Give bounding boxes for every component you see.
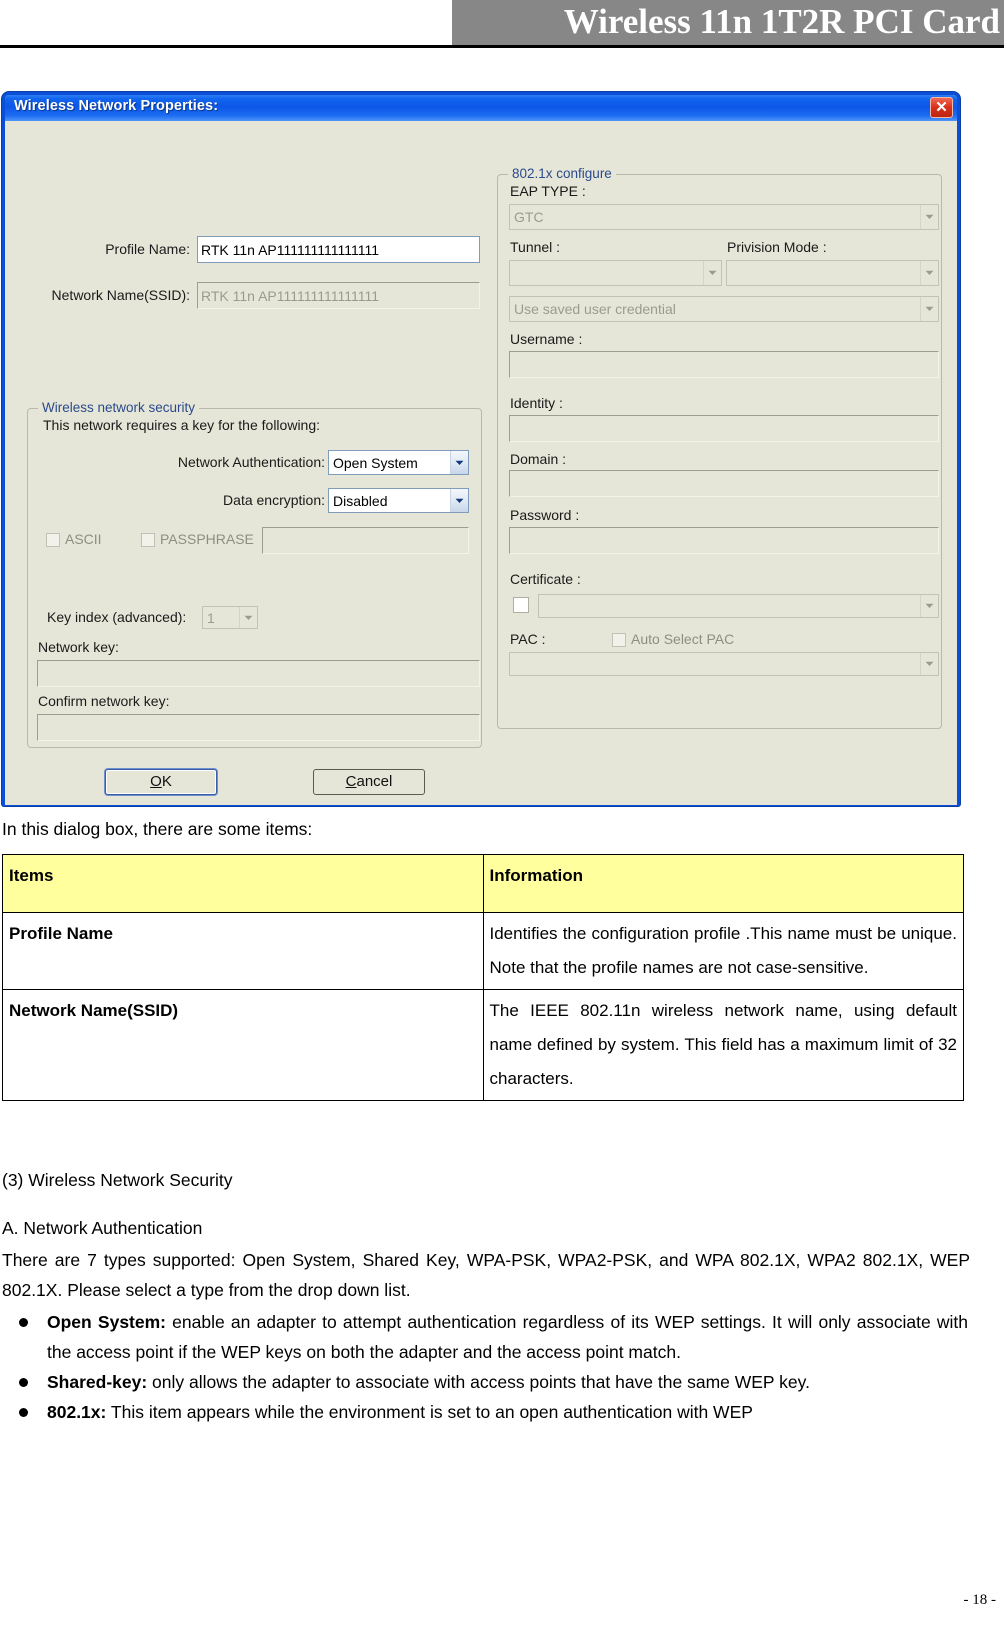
chevron-down-icon[interactable] xyxy=(920,205,938,229)
confirm-network-key-input[interactable] xyxy=(37,714,480,741)
identity-input[interactable] xyxy=(509,415,939,442)
pac-label: PAC : xyxy=(510,631,546,647)
section-heading: (3) Wireless Network Security xyxy=(2,1170,233,1190)
network-authentication-select[interactable]: Open System xyxy=(328,450,469,475)
bullet-term-shared-key: Shared-key: xyxy=(47,1372,148,1392)
chevron-down-icon[interactable] xyxy=(920,595,938,617)
passphrase-label: PASSPHRASE xyxy=(160,531,254,547)
ok-accel: O xyxy=(150,773,162,790)
user-credential-select[interactable]: Use saved user credential xyxy=(509,296,939,322)
document-body: In this dialog box, there are some items… xyxy=(0,806,1004,1427)
column-header-information: Information xyxy=(482,854,964,913)
subsection-heading: A. Network Authentication xyxy=(2,1218,203,1238)
eap-type-label: EAP TYPE : xyxy=(510,183,586,199)
list-item: Shared-key: only allows the adapter to a… xyxy=(0,1367,968,1397)
data-encryption-select[interactable]: Disabled xyxy=(328,488,469,513)
network-key-label: Network key: xyxy=(38,639,119,655)
cancel-label-rest: ancel xyxy=(356,773,393,790)
wireless-network-security-legend: Wireless network security xyxy=(38,400,200,415)
certificate-checkbox[interactable] xyxy=(513,597,529,613)
ascii-checkbox[interactable] xyxy=(46,533,60,547)
chevron-down-icon[interactable] xyxy=(450,489,468,512)
data-encryption-label: Data encryption: xyxy=(223,492,325,508)
table-row: Network Name(SSID) The IEEE 802.11n wire… xyxy=(2,989,964,1101)
password-label: Password : xyxy=(510,507,580,523)
table-header-row: Items Information xyxy=(2,854,964,913)
row-item-network-ssid: Network Name(SSID) xyxy=(2,989,484,1101)
chevron-down-icon[interactable] xyxy=(920,261,938,285)
chevron-down-icon[interactable] xyxy=(703,261,721,285)
network-ssid-input: RTK 11n AP111111111111111 xyxy=(197,282,480,309)
eap-type-select[interactable]: GTC xyxy=(509,204,939,230)
chevron-down-icon[interactable] xyxy=(239,607,257,628)
auto-select-pac-label: Auto Select PAC xyxy=(631,631,735,647)
authentication-type-list: Open System: enable an adapter to attemp… xyxy=(0,1307,968,1427)
passphrase-checkbox[interactable] xyxy=(141,533,155,547)
key-index-label: Key index (advanced): xyxy=(47,609,187,625)
page-number: - 18 - xyxy=(963,1592,997,1608)
auto-select-pac-checkbox[interactable] xyxy=(612,633,626,647)
network-authentication-label: Network Authentication: xyxy=(177,454,325,470)
chevron-down-icon[interactable] xyxy=(450,451,468,474)
ok-button[interactable]: OK xyxy=(105,769,217,795)
network-ssid-label: Network Name(SSID): xyxy=(51,287,190,303)
row-info-network-ssid: The IEEE 802.11n wireless network name, … xyxy=(482,989,964,1101)
domain-label: Domain : xyxy=(510,451,567,467)
identity-label: Identity : xyxy=(510,395,563,411)
cancel-button[interactable]: Cancel xyxy=(313,769,425,795)
requires-key-text: This network requires a key for the foll… xyxy=(43,417,321,433)
column-header-items: Items xyxy=(2,854,484,913)
tunnel-label: Tunnel : xyxy=(510,239,561,255)
bullet-text-open-system: enable an adapter to attempt authenticat… xyxy=(47,1312,968,1362)
bullet-term-dot1x: 802.1x: xyxy=(47,1402,107,1422)
certificate-label: Certificate : xyxy=(510,571,581,587)
ok-label-rest: K xyxy=(161,773,172,790)
data-encryption-value: Disabled xyxy=(333,492,388,509)
intro-paragraph: In this dialog box, there are some items… xyxy=(2,819,313,839)
list-item: Open System: enable an adapter to attemp… xyxy=(0,1307,968,1367)
chevron-down-icon[interactable] xyxy=(920,297,938,321)
dialog-body: Profile Name: RTK 11n AP111111111111111 … xyxy=(5,121,957,805)
username-input[interactable] xyxy=(509,351,939,378)
passphrase-input[interactable] xyxy=(262,527,469,554)
authentication-paragraph: There are 7 types supported: Open System… xyxy=(2,1250,970,1300)
dot1x-configure-legend: 802.1x configure xyxy=(508,166,616,181)
privision-mode-label: Privision Mode : xyxy=(727,239,827,255)
privision-mode-select[interactable] xyxy=(726,260,939,286)
table-row: Profile Name Identifies the configuratio… xyxy=(2,912,964,990)
bullet-term-open-system: Open System: xyxy=(47,1312,166,1332)
eap-type-value: GTC xyxy=(514,209,544,225)
row-info-profile-name: Identifies the configuration profile .Th… xyxy=(482,912,964,990)
key-index-select[interactable]: 1 xyxy=(202,606,258,629)
pac-select[interactable] xyxy=(509,652,939,676)
cancel-accel: C xyxy=(345,773,357,790)
profile-name-input[interactable]: RTK 11n AP111111111111111 xyxy=(197,236,480,263)
password-input[interactable] xyxy=(509,527,939,554)
chevron-down-icon[interactable] xyxy=(920,653,938,675)
tunnel-select[interactable] xyxy=(509,260,722,286)
domain-input[interactable] xyxy=(509,470,939,497)
username-label: Username : xyxy=(510,331,583,347)
confirm-network-key-label: Confirm network key: xyxy=(38,693,170,709)
items-information-table: Items Information Profile Name Identifie… xyxy=(2,854,964,1101)
list-item: 802.1x: This item appears while the envi… xyxy=(0,1397,968,1427)
header-divider xyxy=(0,45,1004,48)
close-icon[interactable]: ✕ xyxy=(930,97,953,118)
user-credential-value: Use saved user credential xyxy=(514,301,676,317)
bullet-text-dot1x: This item appears while the environment … xyxy=(106,1402,753,1422)
bullet-text-shared-key: only allows the adapter to associate wit… xyxy=(147,1372,810,1392)
dialog-titlebar[interactable]: Wireless Network Properties: ✕ xyxy=(5,95,957,121)
dialog-title: Wireless Network Properties: xyxy=(14,98,219,114)
profile-name-label: Profile Name: xyxy=(105,241,190,257)
network-authentication-value: Open System xyxy=(333,454,418,471)
page-header: Wireless 11n 1T2R PCI Card xyxy=(0,0,1004,56)
network-key-input[interactable] xyxy=(37,660,480,687)
wireless-network-properties-dialog: Wireless Network Properties: ✕ Profile N… xyxy=(2,92,960,806)
certificate-select[interactable] xyxy=(538,594,939,618)
row-item-profile-name: Profile Name xyxy=(2,912,484,990)
ascii-label: ASCII xyxy=(65,531,102,547)
page-title: Wireless 11n 1T2R PCI Card xyxy=(563,2,1000,41)
key-index-value: 1 xyxy=(207,609,215,626)
